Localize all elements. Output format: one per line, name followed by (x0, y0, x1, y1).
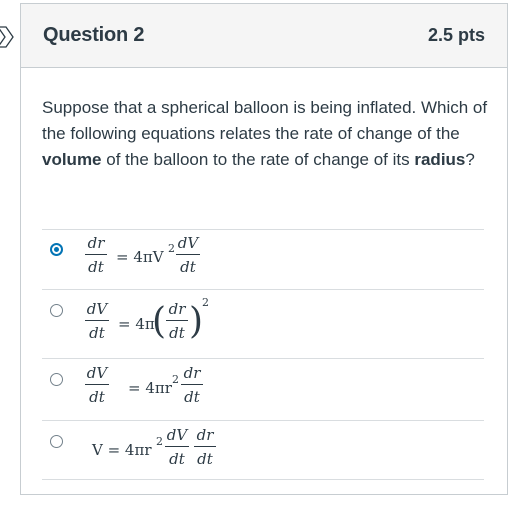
fraction: dr dt (194, 426, 216, 468)
question-points: 2.5 pts (427, 25, 485, 45)
answer-option-2[interactable]: dV dt = 4π ( dr dt ) 2 (42, 289, 484, 358)
fraction-bar (194, 446, 216, 447)
fraction-bar (176, 254, 200, 255)
quiz-page: Question 2 2.5 pts Suppose that a spheri… (0, 0, 524, 505)
exponent: 2 (172, 373, 179, 386)
question-title: Question 2 (43, 24, 145, 46)
fraction: dr dt (85, 234, 107, 276)
fraction-numerator: dV (86, 364, 108, 382)
fraction-denominator: dt (184, 388, 200, 406)
question-text-bold-volume: volume (42, 150, 102, 169)
fraction: dr dt (181, 364, 203, 406)
answer-equation-1: dr dt = 4πV 2 dV dt (70, 230, 470, 290)
question-card: Question 2 2.5 pts Suppose that a spheri… (20, 3, 508, 495)
question-header: Question 2 2.5 pts (21, 4, 507, 68)
fraction-denominator: dt (88, 258, 104, 276)
answer-option-1[interactable]: dr dt = 4πV 2 dV dt (42, 229, 484, 289)
fraction-numerator: dV (166, 426, 188, 444)
exponent: 2 (156, 435, 163, 448)
fraction-bar (85, 320, 109, 321)
fraction-denominator: dt (89, 324, 105, 342)
question-text-part: Suppose that a spherical balloon is bein… (42, 98, 488, 143)
answer-radio-3[interactable] (50, 373, 63, 386)
fraction-denominator: dt (169, 324, 185, 342)
exponent: 2 (168, 242, 175, 255)
answer-equation-2: dV dt = 4π ( dr dt ) 2 (70, 290, 470, 359)
fraction-denominator: dt (89, 388, 105, 406)
answer-radio-1[interactable] (50, 243, 63, 256)
question-text-part: of the balloon to the rate of change of … (101, 150, 415, 169)
question-text-part: ? (465, 150, 475, 169)
fraction-numerator: dr (87, 234, 105, 252)
answer-equation-4: V = 4πr 2 dV dt dr dt (70, 421, 470, 481)
answer-list: dr dt = 4πV 2 dV dt dV dt = 4π (dr dt)… (42, 229, 484, 480)
fraction-numerator: dV (177, 234, 199, 252)
question-text: Suppose that a spherical balloon is bein… (42, 95, 492, 173)
fraction-numerator: dV (86, 300, 108, 318)
fraction: dV dt (176, 234, 200, 276)
equation-middle: = 4πV (116, 248, 164, 266)
equation-prefix: V = 4πr (92, 441, 152, 459)
fraction: dr dt (166, 300, 188, 342)
fraction-denominator: dt (169, 450, 185, 468)
fraction-bar (181, 384, 203, 385)
fraction-bar (85, 384, 109, 385)
fraction: dV dt (85, 300, 109, 342)
equation-middle: = 4π (118, 315, 155, 333)
exponent: 2 (202, 296, 209, 309)
answer-option-4[interactable]: V = 4πr 2 dV dt dr dt (42, 420, 484, 480)
answer-radio-2[interactable] (50, 304, 63, 317)
answer-option-3[interactable]: dV dt = 4πr 2 dr dt (42, 358, 484, 420)
answer-radio-4[interactable] (50, 435, 63, 448)
fraction-numerator: dr (168, 300, 186, 318)
fraction-numerator: dr (183, 364, 201, 382)
fraction-bar (85, 254, 107, 255)
fraction: dV dt (85, 364, 109, 406)
fraction-bar (165, 446, 189, 447)
question-text-bold-radius: radius (414, 150, 466, 169)
fraction-denominator: dt (180, 258, 196, 276)
equation-middle: = 4πr (128, 379, 172, 397)
fraction-denominator: dt (197, 450, 213, 468)
answer-equation-3: dV dt = 4πr 2 dr dt (70, 359, 470, 421)
question-arrow-icon (0, 26, 14, 48)
right-paren: ) (189, 301, 204, 342)
fraction-bar (166, 320, 188, 321)
fraction: dV dt (165, 426, 189, 468)
fraction-numerator: dr (196, 426, 214, 444)
left-paren: ( (152, 301, 167, 342)
